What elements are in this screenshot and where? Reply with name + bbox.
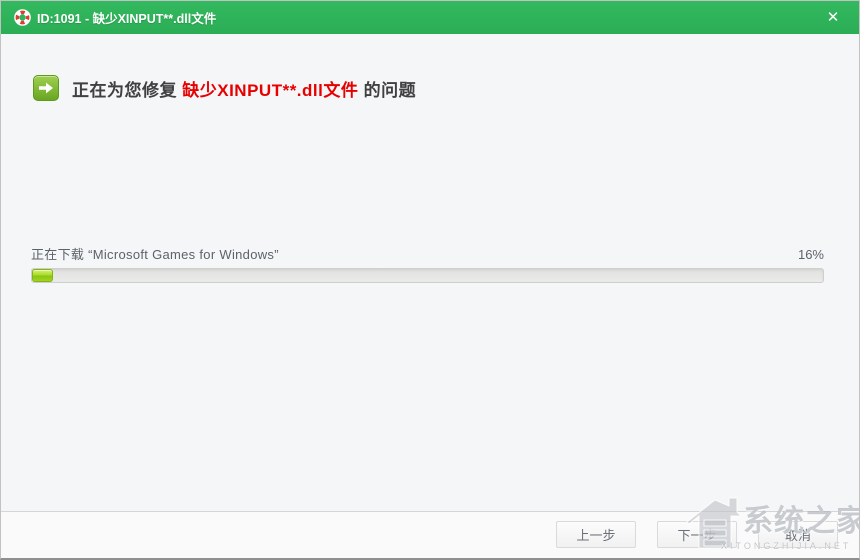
green-arrow-icon — [33, 75, 59, 101]
progress-bar-fill — [32, 269, 54, 282]
download-status-text: 正在下载 “Microsoft Games for Windows” — [31, 247, 279, 262]
cancel-button[interactable]: 取消 — [758, 521, 838, 548]
next-step-button[interactable]: 下一步 — [657, 521, 737, 548]
title-bar: ID:1091 - 缺少XINPUT**.dll文件 ✕ — [1, 1, 859, 34]
progress-bar-track — [31, 268, 824, 283]
lifebuoy-app-icon — [14, 9, 31, 26]
window-title: ID:1091 - 缺少XINPUT**.dll文件 — [37, 12, 217, 26]
download-status-row: 正在下载 “Microsoft Games for Windows” 16% — [31, 244, 824, 263]
heading-highlight: 缺少XINPUT**.dll文件 — [182, 80, 359, 100]
repair-heading: 正在为您修复 缺少XINPUT**.dll文件 的问题 — [33, 75, 416, 101]
previous-step-button[interactable]: 上一步 — [556, 521, 636, 548]
heading-text: 正在为您修复 缺少XINPUT**.dll文件 的问题 — [72, 76, 416, 101]
heading-prefix: 正在为您修复 — [72, 80, 183, 100]
download-percent: 16% — [797, 247, 824, 262]
footer-bar: 上一步 下一步 取消 — [1, 511, 859, 558]
heading-suffix: 的问题 — [358, 80, 417, 100]
close-icon[interactable]: ✕ — [819, 6, 847, 30]
dll-repair-dialog: ID:1091 - 缺少XINPUT**.dll文件 ✕ 正在为您修复 缺少XI… — [0, 0, 860, 560]
